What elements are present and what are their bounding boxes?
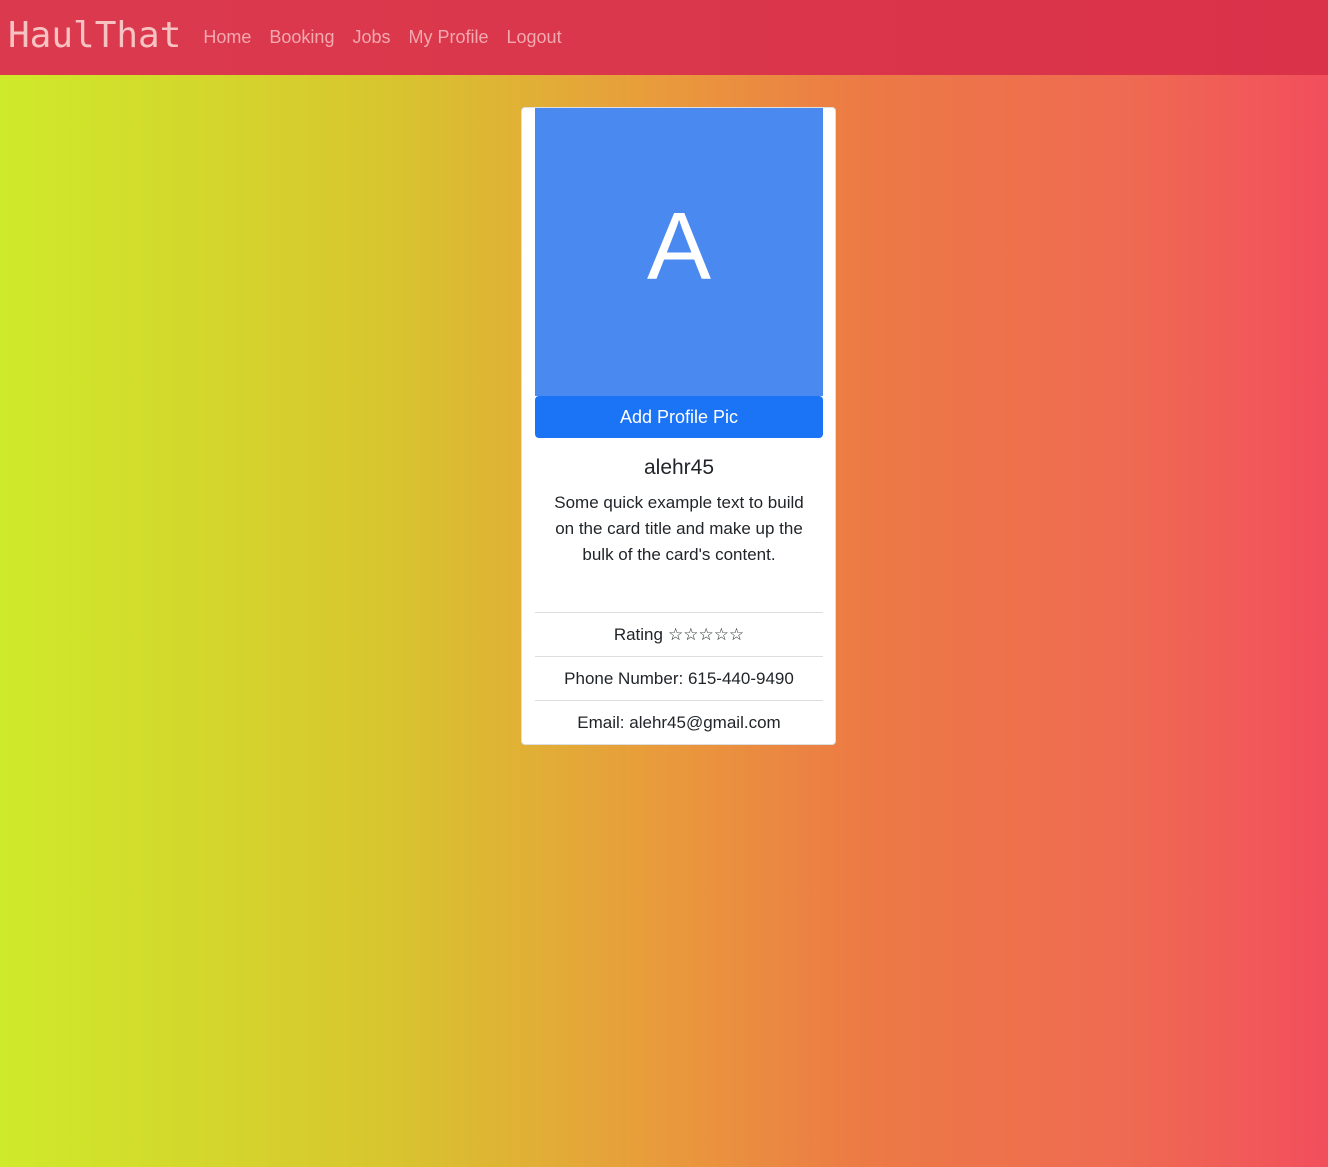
nav-link-jobs[interactable]: Jobs: [352, 27, 390, 48]
nav-link-my-profile[interactable]: My Profile: [409, 27, 489, 48]
rating-label: Rating: [613, 624, 663, 644]
nav-link-logout[interactable]: Logout: [507, 27, 562, 48]
avatar-initial: A: [646, 193, 712, 300]
nav-link-booking[interactable]: Booking: [269, 27, 334, 48]
profile-details-list: Rating ☆☆☆☆☆ Phone Number: 615-440-9490 …: [535, 612, 823, 745]
brand-logo[interactable]: HaulThat: [8, 17, 181, 54]
username-title: alehr45: [643, 456, 715, 479]
profile-description: Some quick example text to build on the …: [554, 493, 804, 564]
top-navbar: HaulThat Home Booking Jobs My Profile Lo…: [0, 0, 1328, 75]
profile-card: A Add Profile Pic alehr45 Some quick exa…: [521, 107, 836, 745]
nav-link-home[interactable]: Home: [203, 27, 251, 48]
email-item: Email: alehr45@gmail.com: [535, 700, 823, 745]
rating-stars-icon: ☆☆☆☆☆: [667, 624, 745, 645]
phone-item: Phone Number: 615-440-9490: [535, 656, 823, 700]
avatar: A: [535, 108, 823, 396]
rating-item: Rating ☆☆☆☆☆: [535, 612, 823, 656]
add-profile-pic-button[interactable]: Add Profile Pic: [535, 396, 823, 438]
